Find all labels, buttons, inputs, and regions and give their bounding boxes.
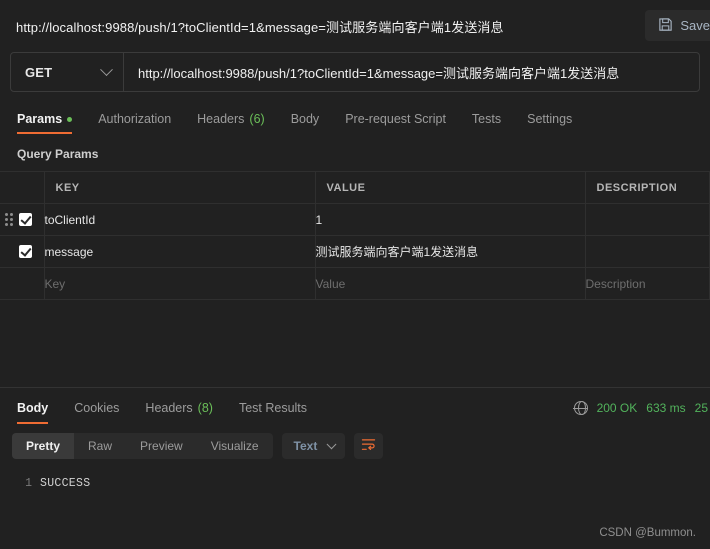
tab-pre-request-script[interactable]: Pre-request Script xyxy=(332,112,459,134)
tab-headers[interactable]: Headers (6) xyxy=(184,112,278,134)
response-tab-cookies[interactable]: Cookies xyxy=(61,401,132,424)
request-tabs: Params Authorization Headers (6) Body Pr… xyxy=(0,104,710,134)
table-header-key: KEY xyxy=(44,171,316,204)
response-view-toolbar: Pretty Raw Preview Visualize Text xyxy=(0,424,710,468)
query-params-title: Query Params xyxy=(17,147,99,161)
response-tabs: Body Cookies Headers (8) Test Results 20… xyxy=(0,388,710,424)
table-row-empty[interactable]: Key Value Description xyxy=(0,267,710,300)
chevron-down-icon xyxy=(100,62,113,76)
save-button[interactable]: Save xyxy=(645,10,710,41)
row-enabled-checkbox[interactable] xyxy=(19,213,32,226)
tab-settings-label: Settings xyxy=(527,112,573,126)
tab-authorization[interactable]: Authorization xyxy=(85,112,184,134)
row-controls xyxy=(0,267,45,300)
word-wrap-icon xyxy=(361,438,376,454)
url-input[interactable]: http://localhost:9988/push/1?toClientId=… xyxy=(124,53,699,91)
row-key[interactable]: toClientId xyxy=(44,203,316,236)
response-time[interactable]: 633 ms xyxy=(646,401,685,415)
response-status-bar: 200 OK 633 ms 25 xyxy=(573,400,710,416)
row-controls xyxy=(0,203,45,236)
tab-headers-label: Headers xyxy=(197,112,245,126)
row-controls xyxy=(0,235,45,268)
floppy-disk-icon xyxy=(658,17,673,35)
response-tab-test-results[interactable]: Test Results xyxy=(226,401,320,424)
tab-body[interactable]: Body xyxy=(278,112,333,134)
new-row-value-input[interactable]: Value xyxy=(315,267,586,300)
view-mode-pretty[interactable]: Pretty xyxy=(12,433,75,459)
tab-headers-count: (6) xyxy=(249,112,265,126)
tab-params[interactable]: Params xyxy=(10,112,85,134)
response-body-line: SUCCESS xyxy=(40,477,91,490)
response-tab-test-results-label: Test Results xyxy=(238,401,308,415)
table-row[interactable]: message 测试服务端向客户端1发送消息 xyxy=(0,235,710,268)
tab-params-label: Params xyxy=(17,112,63,126)
tab-authorization-label: Authorization xyxy=(98,112,172,126)
watermark: CSDN @Bummon. xyxy=(599,527,696,539)
request-bar: GET http://localhost:9988/push/1?toClien… xyxy=(10,52,700,92)
view-mode-preview[interactable]: Preview xyxy=(126,433,197,459)
row-value[interactable]: 1 xyxy=(315,203,586,236)
tab-pre-request-script-label: Pre-request Script xyxy=(345,112,446,126)
drag-handle-icon[interactable] xyxy=(5,213,13,226)
title-bar: http://localhost:9988/push/1?toClientId=… xyxy=(0,0,710,52)
url-input-value: http://localhost:9988/push/1?toClientId=… xyxy=(138,65,620,81)
response-tab-headers-count: (8) xyxy=(197,401,213,415)
response-tab-headers-label: Headers xyxy=(145,401,193,415)
response-format-select[interactable]: Text xyxy=(281,433,346,459)
table-header-description: DESCRIPTION xyxy=(585,171,710,204)
row-description[interactable] xyxy=(585,235,710,268)
response-tab-headers[interactable]: Headers (8) xyxy=(132,401,226,424)
chevron-down-icon xyxy=(326,438,337,449)
tab-settings[interactable]: Settings xyxy=(514,112,585,134)
table-row[interactable]: toClientId 1 xyxy=(0,203,710,236)
line-number: 1 xyxy=(25,477,32,490)
http-method-label: GET xyxy=(25,64,53,80)
view-mode-visualize[interactable]: Visualize xyxy=(197,433,273,459)
response-tab-cookies-label: Cookies xyxy=(74,401,120,415)
response-format-label: Text xyxy=(293,439,318,453)
view-mode-raw[interactable]: Raw xyxy=(74,433,126,459)
response-size[interactable]: 25 xyxy=(695,401,708,415)
row-value[interactable]: 测试服务端向客户端1发送消息 xyxy=(315,235,586,268)
row-description[interactable] xyxy=(585,203,710,236)
word-wrap-button[interactable] xyxy=(354,433,384,459)
new-row-key-input[interactable]: Key xyxy=(44,267,316,300)
response-tab-body-label: Body xyxy=(17,401,49,415)
row-key[interactable]: message xyxy=(44,235,316,268)
modified-dot-icon xyxy=(67,116,73,122)
tab-body-label: Body xyxy=(290,112,320,126)
response-tab-body[interactable]: Body xyxy=(10,401,61,424)
new-row-description-input[interactable]: Description xyxy=(585,267,710,300)
query-params-table: KEY VALUE DESCRIPTION toClientId 1 messa xyxy=(0,171,710,300)
globe-icon xyxy=(573,400,588,416)
save-button-label: Save xyxy=(680,18,710,33)
table-header-value: VALUE xyxy=(315,171,586,204)
row-enabled-checkbox[interactable] xyxy=(19,245,32,258)
tab-tests-label: Tests xyxy=(471,112,502,126)
row-enabled-checkbox[interactable] xyxy=(19,277,32,290)
table-header-row: KEY VALUE DESCRIPTION xyxy=(0,171,710,204)
tab-tests[interactable]: Tests xyxy=(459,112,514,134)
status-code[interactable]: 200 OK xyxy=(597,401,638,415)
http-method-select[interactable]: GET xyxy=(11,53,124,91)
response-body[interactable]: 1 SUCCESS xyxy=(0,468,710,490)
title-bar-url: http://localhost:9988/push/1?toClientId=… xyxy=(16,19,504,35)
response-view-mode-group: Pretty Raw Preview Visualize xyxy=(12,433,273,459)
table-header-handle xyxy=(0,171,45,204)
